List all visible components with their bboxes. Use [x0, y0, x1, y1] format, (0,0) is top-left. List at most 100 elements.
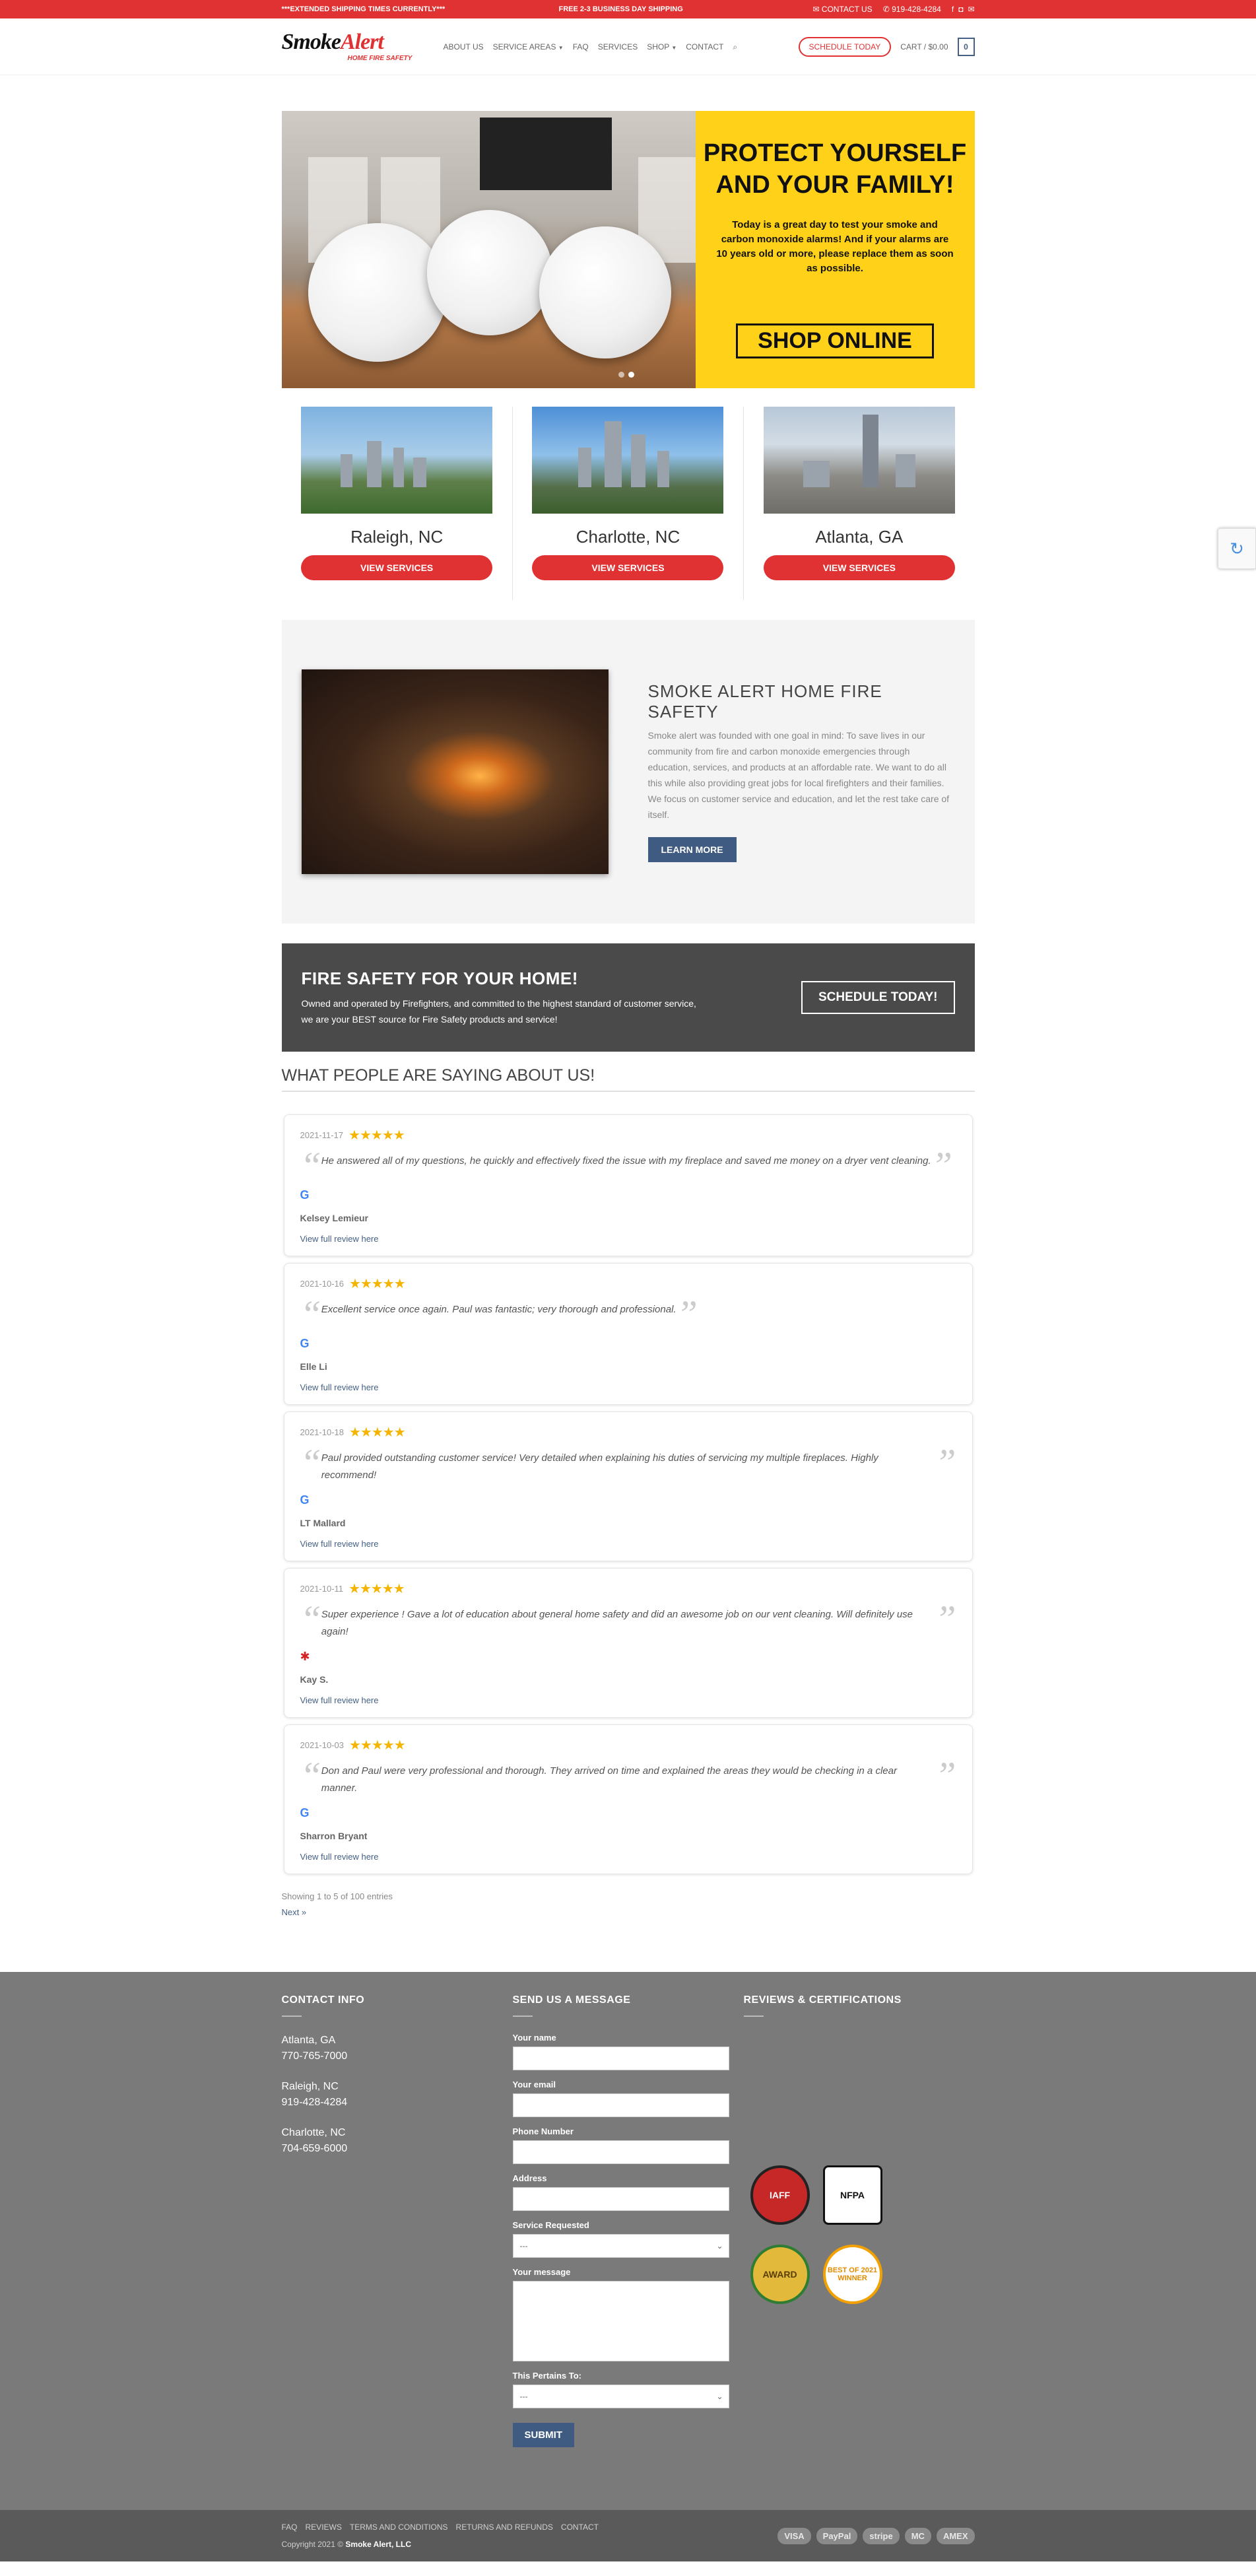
- review-date: 2021-11-17: [300, 1130, 344, 1140]
- about-section: SMOKE ALERT HOME FIRE SAFETY Smoke alert…: [281, 620, 975, 924]
- open-quote-icon: “: [300, 1144, 321, 1187]
- close-quote-icon: ”: [676, 1293, 698, 1336]
- city-name: Charlotte, NC: [576, 527, 680, 547]
- star-rating: ★★★★★: [349, 1738, 406, 1753]
- reviewer-name: Kay S.: [300, 1674, 329, 1685]
- raleigh-skyline-image: [301, 407, 493, 514]
- schedule-cta: FIRE SAFETY FOR YOUR HOME! Owned and ope…: [281, 943, 975, 1052]
- view-full-review-link[interactable]: View full review here: [300, 1695, 956, 1705]
- amex-icon: AMEX: [936, 2527, 975, 2544]
- view-services-button[interactable]: VIEW SERVICES: [532, 555, 724, 580]
- name-input[interactable]: [512, 2047, 729, 2070]
- footer-link-returns[interactable]: RETURNS AND REFUNDS: [456, 2523, 553, 2532]
- site-header: SmokeAlert HOME FIRE SAFETY ABOUT US SER…: [0, 18, 1256, 75]
- star-rating: ★★★★★: [349, 1425, 406, 1440]
- mastercard-icon: MC: [904, 2527, 931, 2544]
- schedule-today-button[interactable]: SCHEDULE TODAY: [798, 37, 892, 57]
- nav-shop[interactable]: SHOP ▼: [647, 42, 677, 52]
- instagram-icon[interactable]: ◘: [958, 5, 963, 14]
- free-shipping-notice: FREE 2-3 BUSINESS DAY SHIPPING: [558, 5, 683, 13]
- city-name: Atlanta, GA: [815, 527, 904, 547]
- slide-dot-2[interactable]: [628, 372, 634, 378]
- phone-input[interactable]: [512, 2140, 729, 2164]
- view-full-review-link[interactable]: View full review here: [300, 1539, 956, 1549]
- email-icon[interactable]: ✉: [968, 5, 974, 14]
- recaptcha-badge[interactable]: ↻: [1218, 528, 1256, 569]
- email-input[interactable]: [512, 2093, 729, 2117]
- pertains-select[interactable]: --- ⌄: [512, 2385, 729, 2408]
- review-text: Super experience ! Gave a lot of educati…: [321, 1609, 913, 1637]
- nav-faq[interactable]: FAQ: [573, 42, 589, 52]
- footer-link-terms[interactable]: TERMS AND CONDITIONS: [350, 2523, 448, 2532]
- footer-link-faq[interactable]: FAQ: [282, 2523, 298, 2532]
- view-services-button[interactable]: VIEW SERVICES: [301, 555, 493, 580]
- hero-body: Today is a great day to test your smoke …: [716, 219, 954, 274]
- city-name: Raleigh, NC: [350, 527, 444, 547]
- cart-link[interactable]: CART / $0.00: [900, 42, 948, 51]
- view-full-review-link[interactable]: View full review here: [300, 1382, 956, 1392]
- schedule-today-cta-button[interactable]: SCHEDULE TODAY!: [801, 981, 955, 1014]
- about-title: SMOKE ALERT HOME FIRE SAFETY: [647, 681, 882, 722]
- footer-link-reviews[interactable]: REVIEWS: [306, 2523, 342, 2532]
- atlanta-skyline-image: [763, 407, 955, 514]
- cart-count-badge[interactable]: 0: [957, 38, 975, 56]
- reviewer-name: Kelsey Lemieur: [300, 1213, 369, 1223]
- charlotte-skyline-image: [532, 407, 724, 514]
- service-select[interactable]: --- ⌄: [512, 2234, 729, 2258]
- location-charlotte: Charlotte, NC 704-659-6000: [281, 2127, 348, 2154]
- nav-about-us[interactable]: ABOUT US: [444, 42, 484, 52]
- phone-icon: ✆: [882, 5, 890, 14]
- pagination: Showing 1 to 5 of 100 entries Next »: [282, 1889, 975, 1920]
- view-services-button[interactable]: VIEW SERVICES: [763, 555, 955, 580]
- location-atlanta: Atlanta, GA 770-765-7000: [281, 2035, 348, 2062]
- nav-contact[interactable]: CONTACT: [686, 42, 723, 52]
- review-date: 2021-10-11: [300, 1584, 344, 1594]
- yelp-icon: ✱: [300, 1650, 310, 1663]
- slide-dot-1[interactable]: [618, 372, 624, 378]
- reviews-list: 2021-11-17 ★★★★★ “He answered all of my q…: [282, 1114, 975, 1874]
- phone-link[interactable]: 770-765-7000: [282, 2051, 348, 2062]
- city-card-charlotte: Charlotte, NC VIEW SERVICES: [513, 407, 744, 600]
- site-logo[interactable]: SmokeAlert HOME FIRE SAFETY: [282, 27, 424, 67]
- slider-dots[interactable]: [618, 372, 634, 378]
- open-quote-icon: “: [300, 1754, 321, 1797]
- message-label: Your message: [512, 2267, 571, 2277]
- copyright-bar: FAQ REVIEWS TERMS AND CONDITIONS RETURNS…: [0, 2510, 1256, 2561]
- close-quote-icon: ”: [935, 1598, 956, 1641]
- review-date: 2021-10-18: [300, 1427, 345, 1437]
- address-input[interactable]: [512, 2187, 729, 2211]
- hero-banner: PROTECT YOURSELF AND YOUR FAMILY! Today i…: [281, 111, 975, 388]
- main-nav: ABOUT US SERVICE AREAS ▼ FAQ SERVICES SH…: [444, 42, 738, 52]
- facebook-icon[interactable]: f: [952, 5, 954, 14]
- phone-label: Phone Number: [512, 2126, 574, 2136]
- phone-link[interactable]: ✆ 919-428-4284: [883, 5, 941, 14]
- next-page-link[interactable]: Next »: [282, 1907, 307, 1917]
- phone-link[interactable]: 704-659-6000: [282, 2143, 348, 2154]
- shop-online-button[interactable]: SHOP ONLINE: [736, 323, 934, 358]
- send-message-title: SEND US A MESSAGE: [512, 1994, 631, 2006]
- nav-service-areas[interactable]: SERVICE AREAS ▼: [493, 42, 564, 52]
- review-card: 2021-10-18 ★★★★★ “Paul provided outstandi…: [283, 1411, 973, 1561]
- shipping-notice: ***EXTENDED SHIPPING TIMES CURRENTLY***: [281, 5, 446, 13]
- name-label: Your name: [512, 2033, 556, 2043]
- contact-us-link[interactable]: ✉ CONTACT US: [812, 5, 872, 14]
- close-quote-icon: ”: [935, 1754, 956, 1797]
- open-quote-icon: “: [300, 1441, 321, 1484]
- payment-icons: VISA PayPal stripe MC AMEX: [777, 2527, 975, 2544]
- google-icon: G: [300, 1188, 310, 1202]
- footer-link-contact[interactable]: CONTACT: [561, 2523, 599, 2532]
- pertains-label: This Pertains To:: [512, 2371, 582, 2381]
- stripe-icon: stripe: [863, 2527, 900, 2544]
- search-icon[interactable]: ⌕: [733, 42, 737, 52]
- fireplace-image: [301, 669, 609, 874]
- visa-icon: VISA: [777, 2527, 811, 2544]
- phone-link[interactable]: 919-428-4284: [282, 2097, 348, 2108]
- submit-button[interactable]: SUBMIT: [512, 2423, 574, 2447]
- view-full-review-link[interactable]: View full review here: [300, 1852, 956, 1862]
- nav-services[interactable]: SERVICES: [598, 42, 638, 52]
- view-full-review-link[interactable]: View full review here: [300, 1234, 956, 1244]
- learn-more-button[interactable]: LEARN MORE: [647, 837, 737, 862]
- city-card-atlanta: Atlanta, GA VIEW SERVICES: [744, 407, 974, 600]
- iaff-badge: IAFF: [750, 2165, 810, 2225]
- message-textarea[interactable]: [512, 2281, 729, 2361]
